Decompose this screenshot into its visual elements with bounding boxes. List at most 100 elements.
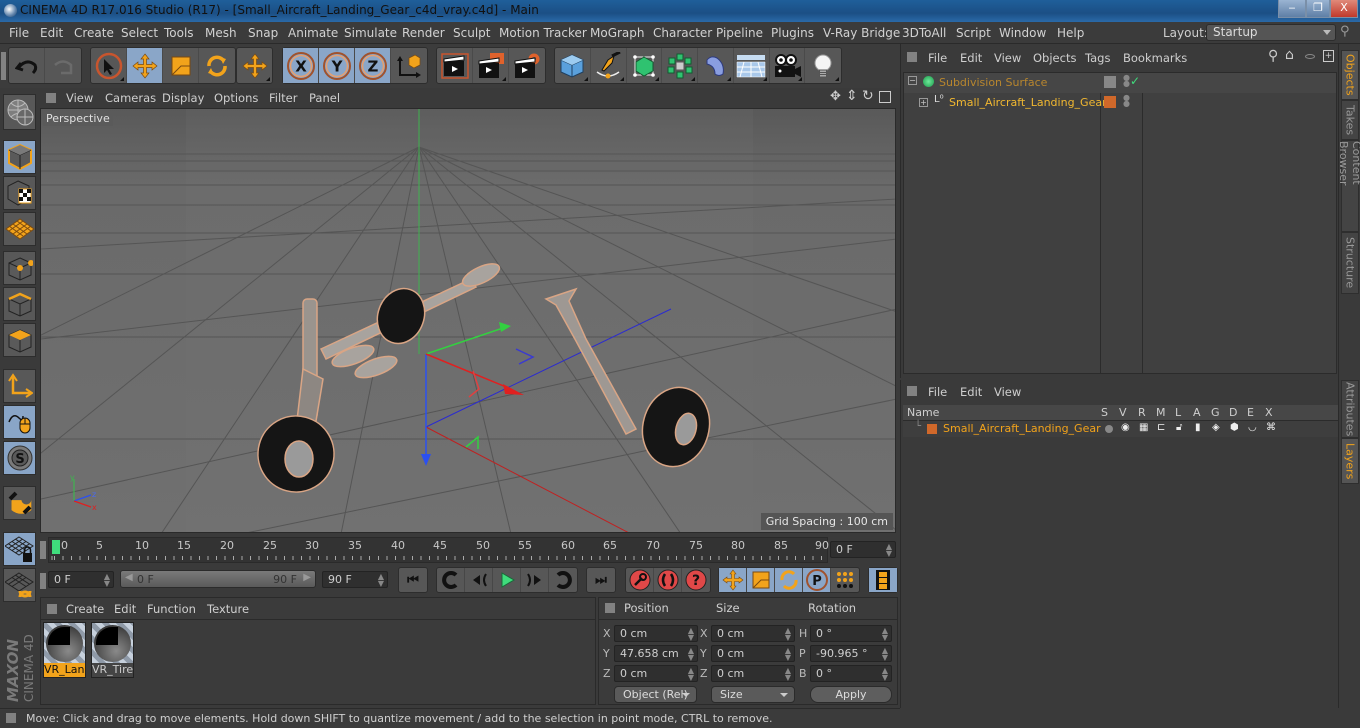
material-menu-function[interactable]: Function bbox=[147, 602, 196, 616]
expressions-toggle-icon[interactable]: ◡ bbox=[1248, 422, 1257, 433]
layers-menu-edit[interactable]: Edit bbox=[960, 385, 982, 399]
menu-render[interactable]: Render bbox=[402, 26, 445, 40]
snapping-button[interactable] bbox=[3, 486, 36, 520]
move-button[interactable] bbox=[127, 48, 163, 83]
position-x-field[interactable]: 0 cm ▲ ▼ bbox=[614, 625, 698, 642]
status-grip[interactable] bbox=[6, 713, 16, 723]
column-expressions[interactable]: E bbox=[1247, 406, 1254, 419]
viewport-menu-cameras[interactable]: Cameras bbox=[105, 91, 156, 105]
viewport-grip[interactable] bbox=[46, 93, 56, 103]
orbit-icon[interactable]: ↻ bbox=[862, 88, 874, 104]
column-locked[interactable]: L bbox=[1175, 406, 1181, 419]
coordinate-mode-dropdown[interactable]: Object (Rel) bbox=[614, 686, 697, 703]
go-to-start-button[interactable]: ⏮ bbox=[399, 568, 427, 592]
pan-icon[interactable]: ✥ bbox=[830, 89, 841, 104]
menu-sculpt[interactable]: Sculpt bbox=[453, 26, 490, 40]
spinner-icon[interactable]: ▲ ▼ bbox=[785, 667, 791, 682]
column-generators[interactable]: G bbox=[1211, 406, 1220, 419]
play-button[interactable] bbox=[493, 568, 521, 592]
generators-toggle-icon[interactable]: ◈ bbox=[1212, 422, 1220, 433]
playhead[interactable] bbox=[52, 540, 60, 554]
collapse-icon[interactable]: − bbox=[908, 76, 917, 85]
search-icon[interactable]: ⚲ bbox=[1268, 48, 1278, 64]
material-menu-texture[interactable]: Texture bbox=[207, 602, 249, 616]
material-menu-edit[interactable]: Edit bbox=[114, 602, 136, 616]
menu-pipeline[interactable]: Pipeline bbox=[716, 26, 763, 40]
minimize-button[interactable]: ‒ bbox=[1278, 0, 1306, 18]
current-frame-field[interactable]: 0 F ▲ ▼ bbox=[830, 541, 896, 558]
menu-script[interactable]: Script bbox=[956, 26, 991, 40]
viewport-perspective[interactable]: y z x Perspective Grid Spacing : 100 cm bbox=[40, 108, 896, 533]
rotation-h-field[interactable]: 0 ° ▲ ▼ bbox=[810, 625, 892, 642]
redo-button[interactable] bbox=[45, 48, 81, 83]
viewport-menu-display[interactable]: Display bbox=[162, 91, 204, 105]
timeline-window-button[interactable] bbox=[869, 568, 897, 592]
spinner-icon[interactable]: ▲ ▼ bbox=[688, 627, 694, 642]
axis-mode-button[interactable] bbox=[3, 369, 36, 403]
spinner-icon[interactable]: ▲ ▼ bbox=[104, 573, 110, 588]
tab-attributes[interactable]: Attributes bbox=[1341, 380, 1359, 438]
subdivision-surface-button[interactable] bbox=[627, 48, 663, 83]
tab-objects[interactable]: Objects bbox=[1341, 50, 1359, 100]
menu-help[interactable]: Help bbox=[1057, 26, 1084, 40]
column-render[interactable]: R bbox=[1138, 406, 1146, 419]
workplane-align-button[interactable] bbox=[3, 568, 36, 602]
column-xrefs[interactable]: X bbox=[1265, 406, 1273, 419]
rotation-p-field[interactable]: -90.965 ° ▲ ▼ bbox=[810, 645, 892, 662]
column-view[interactable]: V bbox=[1119, 406, 1127, 419]
spinner-icon[interactable]: ▲ ▼ bbox=[378, 573, 384, 588]
camera-button[interactable] bbox=[770, 48, 806, 83]
material-swatch[interactable]: VR_Tires bbox=[91, 622, 134, 678]
z-axis-button[interactable]: Z bbox=[355, 48, 391, 83]
menu-snap[interactable]: Snap bbox=[248, 26, 278, 40]
viewport-menu-panel[interactable]: Panel bbox=[309, 91, 340, 105]
controls-grip[interactable] bbox=[40, 573, 46, 589]
objects-menu-file[interactable]: File bbox=[928, 51, 947, 65]
spinner-icon[interactable]: ▲ ▼ bbox=[688, 647, 694, 662]
autokey-button[interactable] bbox=[654, 568, 682, 592]
viewport-menu-filter[interactable]: Filter bbox=[269, 91, 297, 105]
zoom-icon[interactable]: ⇕ bbox=[846, 88, 858, 104]
spinner-icon[interactable]: ▲ ▼ bbox=[886, 543, 892, 558]
x-axis-button[interactable]: X bbox=[283, 48, 319, 83]
position-z-field[interactable]: 0 cm ▲ ▼ bbox=[614, 665, 698, 682]
menu-mograph[interactable]: MoGraph bbox=[590, 26, 645, 40]
deformer-button[interactable] bbox=[698, 48, 734, 83]
search-icon[interactable]: ⚲ bbox=[1340, 24, 1350, 39]
home-icon[interactable]: ⌂ bbox=[1285, 47, 1294, 63]
menu-tools[interactable]: Tools bbox=[164, 26, 194, 40]
layers-grip[interactable] bbox=[907, 386, 917, 396]
undo-button[interactable] bbox=[9, 48, 45, 83]
objects-menu-view[interactable]: View bbox=[994, 51, 1021, 65]
light-button[interactable] bbox=[805, 48, 841, 83]
key-position-button[interactable] bbox=[719, 568, 747, 592]
rotate-button[interactable] bbox=[199, 48, 235, 83]
key-scale-button[interactable] bbox=[747, 568, 775, 592]
go-to-end-button[interactable]: ⏭ bbox=[587, 568, 615, 592]
size-x-field[interactable]: 0 cm ▲ ▼ bbox=[711, 625, 795, 642]
range-left-arrow-icon[interactable]: ◀ bbox=[125, 572, 133, 583]
column-manager[interactable]: M bbox=[1156, 406, 1166, 419]
spinner-icon[interactable]: ▲ ▼ bbox=[688, 667, 694, 682]
key-pla-button[interactable] bbox=[831, 568, 859, 592]
solo-mode-button[interactable]: S bbox=[3, 441, 36, 475]
menu-plugins[interactable]: Plugins bbox=[771, 26, 814, 40]
enabled-check-icon[interactable]: ✓ bbox=[1130, 74, 1140, 88]
frame-range-slider[interactable]: ◀ 0 F 90 F ▶ bbox=[120, 570, 316, 588]
layer-color-swatch[interactable] bbox=[927, 424, 937, 434]
layer-color-icon[interactable] bbox=[1104, 76, 1116, 88]
spinner-icon[interactable]: ▲ ▼ bbox=[785, 627, 791, 642]
menu-window[interactable]: Window bbox=[999, 26, 1046, 40]
column-animation[interactable]: A bbox=[1193, 406, 1201, 419]
object-row[interactable]: + L⁰ Small_Aircraft_Landing_Gear ● ● bbox=[904, 93, 1336, 113]
menu-mesh[interactable]: Mesh bbox=[205, 26, 237, 40]
cube-button[interactable] bbox=[555, 48, 591, 83]
menu-animate[interactable]: Animate bbox=[288, 26, 338, 40]
tweak-mode-button[interactable] bbox=[3, 405, 36, 439]
column-solo[interactable]: S bbox=[1101, 406, 1108, 419]
tab-takes[interactable]: Takes bbox=[1341, 100, 1359, 140]
make-editable-button[interactable] bbox=[3, 94, 36, 130]
object-name[interactable]: Subdivision Surface bbox=[939, 76, 1047, 89]
column-name[interactable]: Name bbox=[907, 406, 939, 419]
floor-button[interactable] bbox=[734, 48, 770, 83]
